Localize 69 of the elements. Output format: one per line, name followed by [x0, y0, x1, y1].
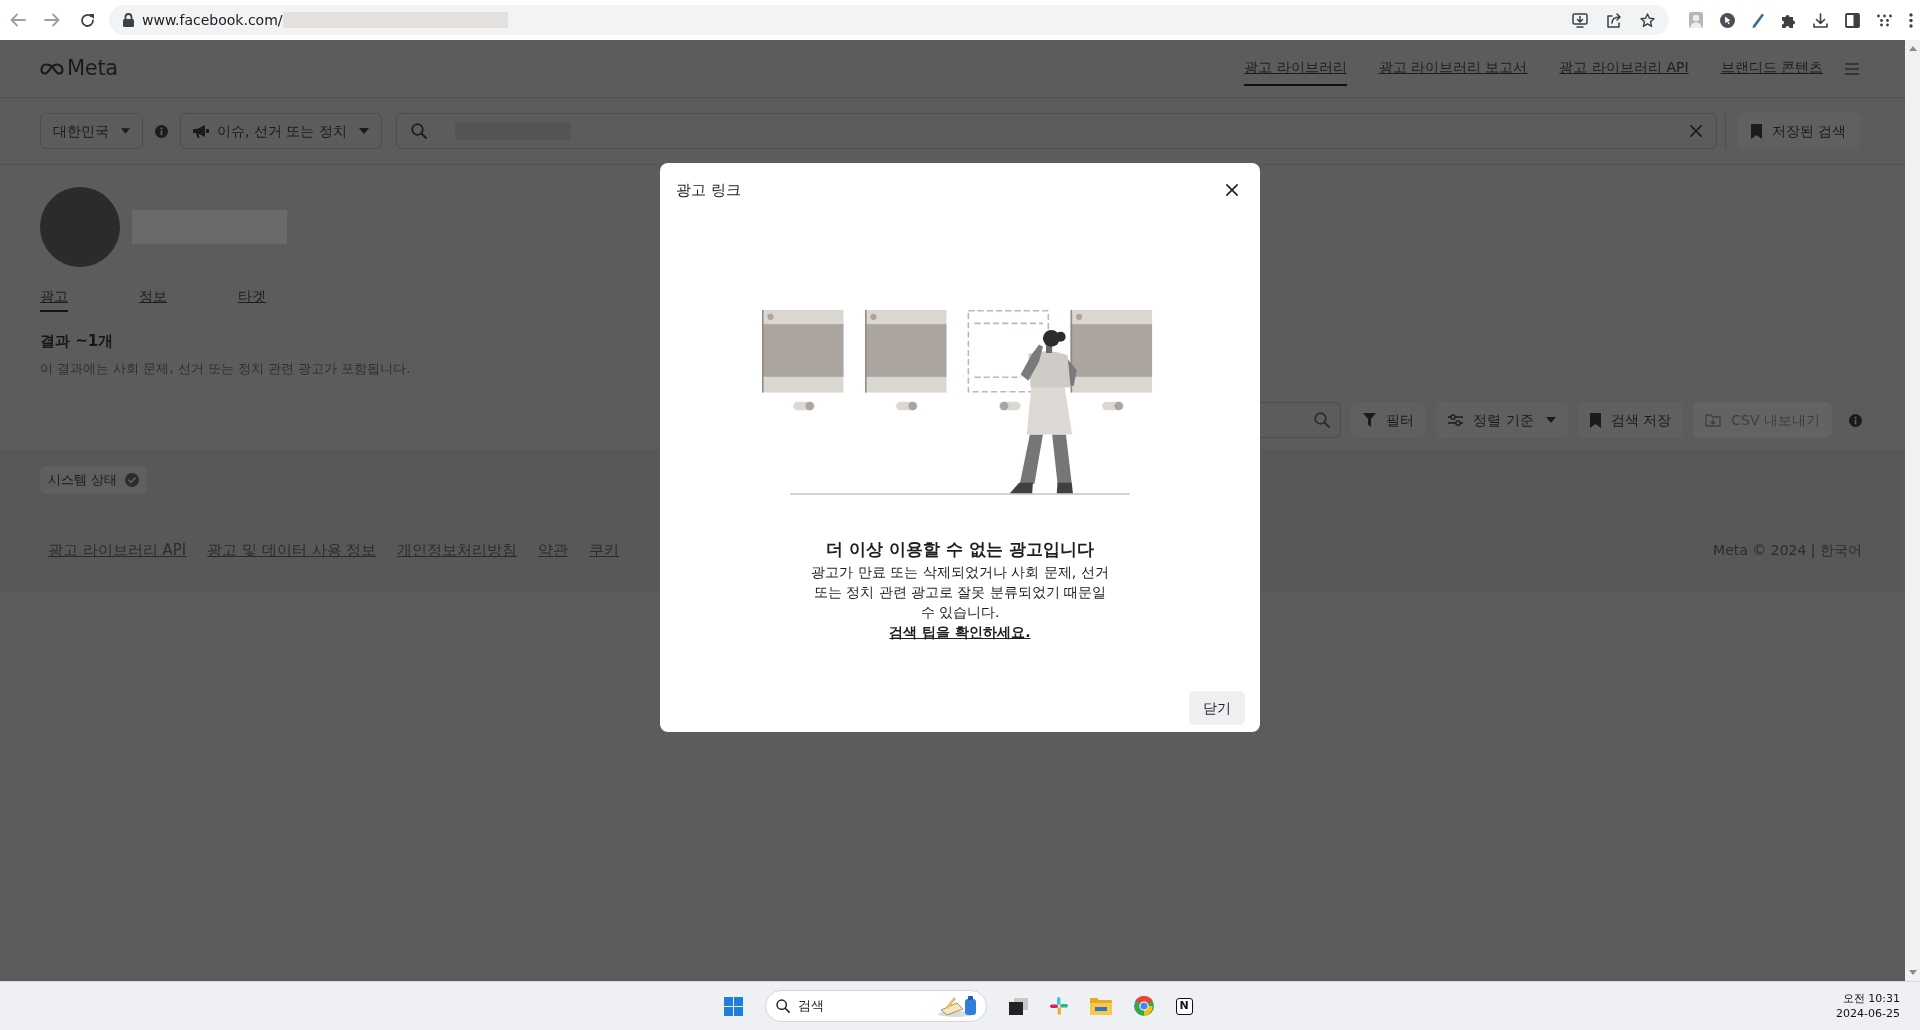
- browser-logo-icon[interactable]: [1133, 996, 1154, 1016]
- reload-icon[interactable]: [80, 12, 95, 28]
- windows-start-icon[interactable]: [723, 996, 743, 1016]
- download-icon[interactable]: [1813, 12, 1828, 28]
- logo-text[interactable]: Meta: [67, 52, 118, 85]
- scroll-down-arrow-icon[interactable]: [1908, 970, 1917, 975]
- system-status-button[interactable]: 시스템 상태: [40, 466, 148, 494]
- dialog-heading: 더 이상 이용할 수 없는 광고입니다: [826, 537, 1094, 561]
- install-app-icon[interactable]: [1572, 12, 1588, 28]
- sort-dropdown[interactable]: 정렬 기준: [1436, 402, 1568, 438]
- country-dropdown[interactable]: 대한민국: [40, 113, 143, 149]
- results-title: 결과 ~1개: [40, 331, 115, 352]
- task-view-icon[interactable]: [1008, 997, 1028, 1015]
- caret-icon: [121, 128, 130, 134]
- taskbar-search-field[interactable]: 검색: [764, 990, 987, 1022]
- cursor-circle-icon[interactable]: [1720, 12, 1735, 28]
- filter-icon: [1363, 413, 1377, 427]
- pen-icon[interactable]: [1752, 12, 1764, 28]
- page-tab[interactable]: 정보: [139, 286, 167, 312]
- folder-icon: [1705, 413, 1722, 427]
- infinity-logo-icon[interactable]: [40, 62, 64, 75]
- dialog-message: 광고가 만료 또는 삭제되었거나 사회 문제, 선거 또는 정치 관련 광고로 잘못 분류되었기 때문일 수 있습니다.: [810, 563, 1110, 622]
- bookmark-icon: [1589, 412, 1601, 428]
- megaphone-icon: [193, 124, 209, 138]
- lock-icon: [123, 13, 134, 27]
- address-bar[interactable]: www.facebook.com/: [109, 5, 1669, 35]
- clear-icon[interactable]: [1689, 125, 1702, 137]
- page-tab[interactable]: 타겟: [238, 286, 266, 312]
- filter-button[interactable]: 필터: [1351, 402, 1427, 438]
- nav-tab[interactable]: 브랜디드 콘텐츠: [1720, 51, 1823, 86]
- star-icon[interactable]: [1640, 12, 1655, 28]
- check-circle-icon: [125, 473, 140, 487]
- clock-time[interactable]: 오전 10:31: [1836, 991, 1900, 1006]
- caret-icon: [358, 128, 369, 134]
- nav-tab[interactable]: 광고 라이브러리 보고서: [1378, 51, 1528, 86]
- dialog-title: 광고 링크: [676, 180, 741, 201]
- app-tile-button[interactable]: N: [1175, 997, 1193, 1015]
- puzzle-icon[interactable]: [1781, 12, 1796, 28]
- nav-tab[interactable]: 광고 라이브러리 API: [1559, 51, 1689, 86]
- caret-icon: [1545, 417, 1556, 423]
- clock-date[interactable]: 2024-06-25: [1836, 1006, 1900, 1021]
- info-icon[interactable]: [1849, 413, 1862, 427]
- back-arrow-icon[interactable]: [10, 13, 26, 27]
- share-icon[interactable]: [1606, 12, 1622, 28]
- search-field[interactable]: [395, 113, 1717, 149]
- pinwheel-logo-icon[interactable]: [1049, 997, 1068, 1015]
- save-search-button[interactable]: 검색 저장: [1577, 402, 1684, 438]
- info-icon[interactable]: [155, 124, 168, 138]
- folder-icon[interactable]: [1089, 997, 1112, 1015]
- close-icon[interactable]: [1226, 184, 1238, 197]
- notebook-icon: [937, 995, 978, 1017]
- search-icon: [410, 123, 427, 139]
- page-tab[interactable]: 광고: [40, 286, 68, 312]
- search-icon: [1314, 412, 1331, 428]
- sliders-icon: [1448, 414, 1464, 426]
- nav-tab[interactable]: 광고 라이브러리: [1244, 51, 1347, 86]
- forward-arrow-icon[interactable]: [44, 13, 60, 27]
- category-dropdown[interactable]: 이슈, 선거 또는 정치: [180, 113, 382, 149]
- url-text[interactable]: www.facebook.com/: [142, 9, 283, 31]
- close-button[interactable]: 닫기: [1189, 691, 1245, 725]
- scroll-up-arrow-icon[interactable]: [1908, 46, 1917, 51]
- dots-pattern-icon[interactable]: [1877, 13, 1892, 27]
- saved-searches-button[interactable]: 저장된 검색: [1736, 113, 1860, 149]
- search-tips-link[interactable]: 검색 팁을 확인하세요.: [889, 622, 1031, 642]
- side-panel-icon[interactable]: [1845, 12, 1860, 28]
- bookmark-icon: [1750, 123, 1762, 139]
- search-icon: [775, 999, 790, 1013]
- scrollbar[interactable]: [1905, 40, 1920, 981]
- more-menu-icon[interactable]: [1909, 12, 1913, 28]
